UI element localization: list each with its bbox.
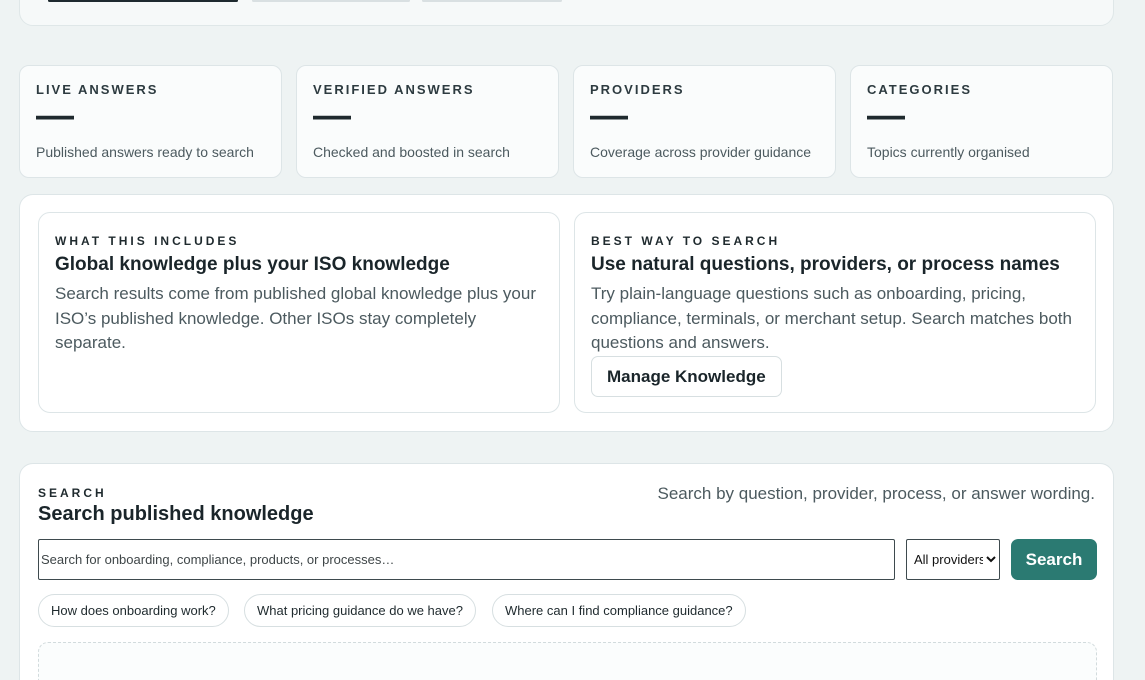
suggestion-chip[interactable]: How does onboarding work?	[38, 594, 229, 627]
nav-tab[interactable]	[252, 0, 410, 2]
stat-value: —	[590, 95, 628, 137]
search-panel: SEARCH Search published knowledge Search…	[19, 463, 1114, 680]
stat-card-live-answers: LIVE ANSWERS — Published answers ready t…	[19, 65, 282, 178]
provider-select[interactable]: All providers	[906, 539, 1000, 580]
best-way-eyebrow: BEST WAY TO SEARCH	[591, 234, 781, 248]
stat-value: —	[313, 95, 351, 137]
manage-knowledge-button[interactable]: Manage Knowledge	[591, 356, 782, 397]
stat-value: —	[867, 95, 905, 137]
includes-card: WHAT THIS INCLUDES Global knowledge plus…	[38, 212, 560, 413]
stat-value: —	[36, 95, 74, 137]
suggestion-chip[interactable]: What pricing guidance do we have?	[244, 594, 476, 627]
includes-eyebrow: WHAT THIS INCLUDES	[55, 234, 240, 248]
stat-description: Checked and boosted in search	[313, 144, 510, 160]
best-way-title: Use natural questions, providers, or pro…	[591, 254, 1060, 275]
search-eyebrow: SEARCH	[38, 486, 107, 500]
stat-card-verified-answers: VERIFIED ANSWERS — Checked and boosted i…	[296, 65, 559, 178]
search-button[interactable]: Search	[1011, 539, 1097, 580]
stat-description: Coverage across provider guidance	[590, 144, 812, 160]
top-nav-card	[19, 0, 1114, 26]
stat-card-providers: PROVIDERS — Coverage across provider gui…	[573, 65, 836, 178]
search-input[interactable]	[38, 539, 895, 580]
best-way-body: Try plain-language questions such as onb…	[591, 284, 1072, 352]
info-panel: WHAT THIS INCLUDES Global knowledge plus…	[19, 194, 1114, 432]
nav-tab-active[interactable]	[48, 0, 238, 2]
stat-description: Published answers ready to search	[36, 144, 254, 160]
nav-tab[interactable]	[422, 0, 562, 2]
results-area	[38, 642, 1097, 680]
includes-body: Search results come from published globa…	[55, 284, 536, 352]
search-hint: Search by question, provider, process, o…	[657, 484, 1095, 503]
suggestion-chip[interactable]: Where can I find compliance guidance?	[492, 594, 746, 627]
search-title: Search published knowledge	[38, 503, 314, 525]
includes-title: Global knowledge plus your ISO knowledge	[55, 254, 450, 275]
best-way-card: BEST WAY TO SEARCH Use natural questions…	[574, 212, 1096, 413]
stat-card-categories: CATEGORIES — Topics currently organised	[850, 65, 1113, 178]
stat-description: Topics currently organised	[867, 144, 1030, 160]
